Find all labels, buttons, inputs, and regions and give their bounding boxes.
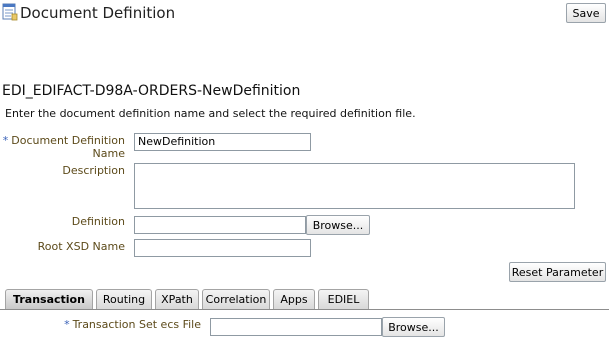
tab-divider [0,309,609,310]
tab-transaction[interactable]: Transaction [5,289,93,309]
doc-name-input[interactable]: NewDefinition [134,133,311,151]
transaction-ecs-file-input[interactable] [210,318,382,336]
doc-name-label-line2: Name [92,147,125,160]
description-textarea[interactable] [134,163,575,209]
tab-ediel[interactable]: EDIEL [318,289,369,309]
definition-file-input[interactable] [134,216,306,234]
tab-xpath[interactable]: XPath [155,289,199,309]
tab-correlation[interactable]: Correlation [202,289,270,309]
transaction-browse-button[interactable]: Browse... [382,317,445,337]
doc-name-label: * Document Definition [3,134,125,147]
description-label: Description [62,164,125,177]
document-name-heading: EDI_EDIFACT-D98A-ORDERS-NewDefinition [2,83,301,99]
root-xsd-input[interactable] [134,239,311,257]
required-marker: * [2,134,9,147]
transaction-ecs-label: * Transaction Set ecs File [64,318,201,331]
tab-apps[interactable]: Apps [273,289,315,309]
reset-parameter-button[interactable]: Reset Parameter [509,262,606,282]
tab-bar: Transaction Routing XPath Correlation Ap… [5,289,609,309]
required-marker: * [64,318,70,331]
root-xsd-label: Root XSD Name [37,240,125,253]
definition-browse-button[interactable]: Browse... [306,215,370,235]
doc-name-label-line1: Document Definition [11,134,125,147]
definition-label: Definition [71,215,125,228]
tab-routing[interactable]: Routing [96,289,152,309]
save-button[interactable]: Save [566,3,606,23]
instructions-text: Enter the document definition name and s… [5,107,416,120]
document-definition-icon [2,3,18,21]
transaction-ecs-label-text: Transaction Set ecs File [72,318,201,331]
page-title: Document Definition [20,4,176,22]
